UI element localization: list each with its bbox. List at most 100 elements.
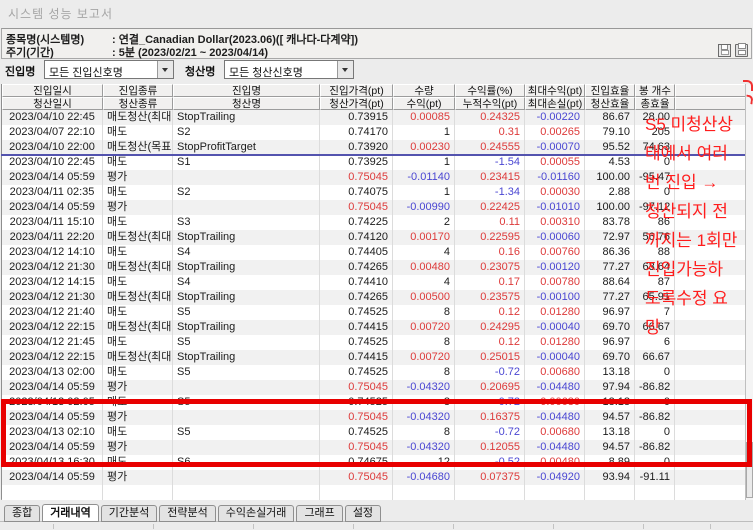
column-header[interactable]: 진입종류 bbox=[103, 84, 173, 97]
column-header[interactable]: 진입가격(pt) bbox=[320, 84, 393, 97]
save-icon[interactable] bbox=[718, 44, 731, 57]
table-row[interactable]: 2023/04/12 14:10매도S40.7440540.160.007608… bbox=[2, 245, 745, 260]
table-cell: 2023/04/10 22:45 bbox=[2, 110, 103, 125]
column-header[interactable]: 청산가격(pt) bbox=[320, 97, 393, 110]
table-cell: 69.70 bbox=[585, 320, 635, 335]
table-row[interactable]: 2023/04/12 21:30매도청산(최대StopTrailing0.742… bbox=[2, 290, 745, 305]
table-cell: 매도 bbox=[103, 275, 173, 290]
table-cell: 0.74525 bbox=[320, 335, 393, 350]
column-header[interactable]: 진입명 bbox=[173, 84, 320, 97]
table-row[interactable]: 2023/04/12 22:15매도청산(최대StopTrailing0.744… bbox=[2, 320, 745, 335]
table-row[interactable]: 2023/04/07 22:10매도S20.7417010.310.002657… bbox=[2, 125, 745, 140]
table-cell: 0.74525 bbox=[320, 305, 393, 320]
window-title: 시스템 성능 보고서 bbox=[8, 5, 113, 22]
table-row[interactable]: 2023/04/11 22:20매도청산(최대StopTrailing0.741… bbox=[2, 230, 745, 245]
table-row[interactable]: 2023/04/12 22:15매도청산(최대StopTrailing0.744… bbox=[2, 350, 745, 365]
tab-그래프[interactable]: 그래프 bbox=[296, 505, 342, 522]
table-row[interactable]: 2023/04/14 05:59평가0.75045-0.043200.20695… bbox=[2, 380, 745, 395]
table-cell: 매도청산(최대 bbox=[103, 230, 173, 245]
table-cell bbox=[525, 485, 585, 500]
column-header[interactable]: 최대수익(pt) bbox=[525, 84, 585, 97]
column-header[interactable]: 청산종류 bbox=[103, 97, 173, 110]
tab-전략분석[interactable]: 전략분석 bbox=[159, 505, 215, 522]
entry-signal-dropdown[interactable]: 모든 진입신호명 bbox=[44, 60, 174, 79]
chevron-down-icon[interactable] bbox=[157, 61, 173, 78]
table-cell: 4 bbox=[393, 245, 455, 260]
table-cell: 2023/04/07 22:10 bbox=[2, 125, 103, 140]
table-cell: 1 bbox=[393, 185, 455, 200]
column-header[interactable] bbox=[675, 97, 745, 110]
table-row[interactable]: 2023/04/10 22:45매도S10.739251-1.540.00055… bbox=[2, 155, 745, 170]
table-cell: 0.00055 bbox=[525, 155, 585, 170]
report-toolbar bbox=[718, 44, 748, 57]
table-cell: 매도청산(최대 bbox=[103, 350, 173, 365]
table-cell: S3 bbox=[173, 215, 320, 230]
table-row[interactable]: 2023/04/12 14:15매도S40.7441040.170.007808… bbox=[2, 275, 745, 290]
exit-signal-dropdown[interactable]: 모든 청산신호명 bbox=[224, 60, 354, 79]
table-cell: 0.16 bbox=[455, 245, 525, 260]
symbol-info-line: 종목명(시스템명): 연결_Canadian Dollar(2023.06)([… bbox=[6, 31, 358, 44]
column-header[interactable]: 청산일시 bbox=[2, 97, 103, 110]
tab-거래내역[interactable]: 거래내역 bbox=[42, 504, 98, 522]
table-row[interactable] bbox=[2, 485, 745, 500]
table-cell: StopTrailing bbox=[173, 350, 320, 365]
table-row[interactable]: 2023/04/12 21:45매도S50.7452580.120.012809… bbox=[2, 335, 745, 350]
tab-기간분석[interactable]: 기간분석 bbox=[101, 505, 157, 522]
table-row[interactable]: 2023/04/14 05:59평가0.75045-0.011400.23415… bbox=[2, 170, 745, 185]
table-cell: 0.01280 bbox=[525, 305, 585, 320]
table-row[interactable]: 2023/04/14 05:59평가0.75045-0.046800.07375… bbox=[2, 470, 745, 485]
table-row[interactable]: 2023/04/10 22:00매도청산(목표StopProfitTarget0… bbox=[2, 140, 745, 155]
table-cell bbox=[173, 200, 320, 215]
table-cell: -0.00990 bbox=[393, 200, 455, 215]
chevron-down-icon[interactable] bbox=[337, 61, 353, 78]
table-cell: 2023/04/12 22:15 bbox=[2, 350, 103, 365]
column-header[interactable]: 진입일시 bbox=[2, 84, 103, 97]
table-row[interactable]: 2023/04/11 02:35매도S20.740751-1.340.00030… bbox=[2, 185, 745, 200]
table-cell: 0.24555 bbox=[455, 140, 525, 155]
table-row[interactable]: 2023/04/12 21:40매도S50.7452580.120.012809… bbox=[2, 305, 745, 320]
header-row-exit: 청산일시청산종류청산명청산가격(pt)수익(pt)누적수익(pt)최대손실(pt… bbox=[2, 97, 745, 110]
table-cell: 0.00680 bbox=[525, 365, 585, 380]
table-cell: 2023/04/12 21:40 bbox=[2, 305, 103, 320]
column-header[interactable]: 청산명 bbox=[173, 97, 320, 110]
column-header[interactable]: 총효율 bbox=[635, 97, 675, 110]
table-cell-filler bbox=[675, 380, 745, 395]
ruler-tick bbox=[710, 524, 711, 529]
table-row[interactable]: 2023/04/13 02:00매도S50.745258-0.720.00680… bbox=[2, 365, 745, 380]
column-header[interactable]: 최대손실(pt) bbox=[525, 97, 585, 110]
table-cell: 66.67 bbox=[635, 350, 675, 365]
column-header[interactable]: 수량 bbox=[393, 84, 455, 97]
ruler-tick bbox=[153, 524, 154, 529]
report-info-panel: 종목명(시스템명): 연결_Canadian Dollar(2023.06)([… bbox=[1, 28, 752, 59]
exit-signal-value: 모든 청산신호명 bbox=[229, 64, 303, 80]
table-cell: 86.67 bbox=[585, 110, 635, 125]
table-cell: -0.04320 bbox=[393, 380, 455, 395]
column-header[interactable]: 수익(pt) bbox=[393, 97, 455, 110]
table-cell: 2023/04/12 21:30 bbox=[2, 260, 103, 275]
print-icon[interactable] bbox=[735, 44, 748, 57]
table-cell: 0.22595 bbox=[455, 230, 525, 245]
column-header[interactable]: 청산효율 bbox=[585, 97, 635, 110]
column-header[interactable] bbox=[675, 84, 745, 97]
table-row[interactable]: 2023/04/11 15:10매도S30.7422520.110.003108… bbox=[2, 215, 745, 230]
column-header[interactable]: 진입효율 bbox=[585, 84, 635, 97]
table-row[interactable]: 2023/04/12 21:30매도청산(최대StopTrailing0.742… bbox=[2, 260, 745, 275]
table-cell: 0.23075 bbox=[455, 260, 525, 275]
table-cell: -0.04680 bbox=[393, 470, 455, 485]
annotation-line: 태에서 여러 bbox=[645, 139, 737, 168]
table-cell bbox=[635, 485, 675, 500]
table-cell: 매도 bbox=[103, 215, 173, 230]
table-cell: -0.01160 bbox=[525, 170, 585, 185]
table-row[interactable]: 2023/04/10 22:45매도청산(최대StopTrailing0.739… bbox=[2, 110, 745, 125]
column-header[interactable]: 누적수익(pt) bbox=[455, 97, 525, 110]
column-header[interactable]: 수익률(%) bbox=[455, 84, 525, 97]
table-row[interactable]: 2023/04/14 05:59평가0.75045-0.009900.22425… bbox=[2, 200, 745, 215]
tab-수익손실거래[interactable]: 수익손실거래 bbox=[218, 505, 295, 522]
table-cell: 평가 bbox=[103, 200, 173, 215]
table-cell: 매도 bbox=[103, 335, 173, 350]
table-cell: 2023/04/13 02:00 bbox=[2, 365, 103, 380]
tab-종합[interactable]: 종합 bbox=[4, 505, 40, 522]
tab-설정[interactable]: 설정 bbox=[345, 505, 381, 522]
table-cell: 1 bbox=[393, 125, 455, 140]
column-header[interactable]: 봉 개수 bbox=[635, 84, 675, 97]
